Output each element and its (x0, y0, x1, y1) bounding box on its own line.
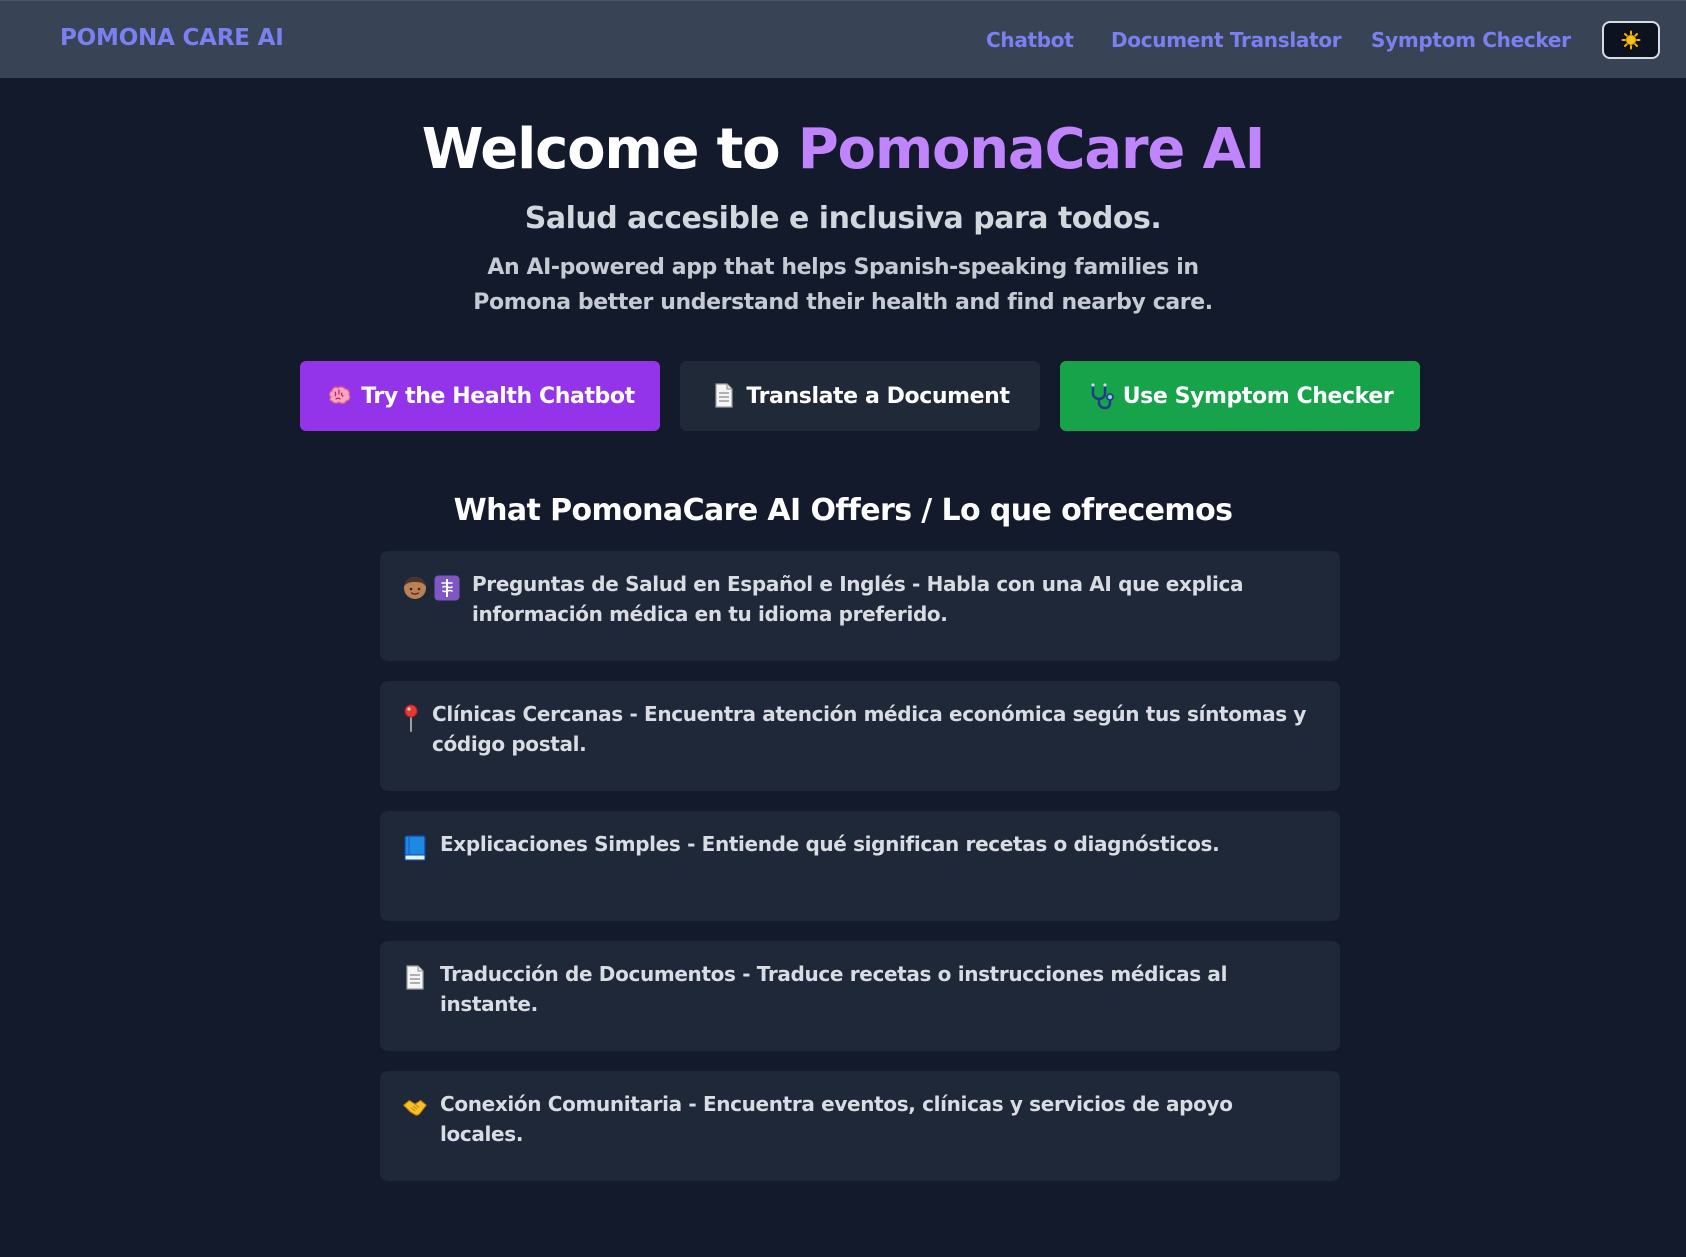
book-icon (402, 835, 428, 861)
translate-document-button[interactable]: Translate a Document (680, 361, 1040, 431)
feature-card-bilingual: Preguntas de Salud en Español e Inglés -… (380, 551, 1340, 661)
stethoscope-icon (1087, 382, 1115, 410)
page-icon (402, 965, 428, 991)
symptom-checker-button[interactable]: Use Symptom Checker (1060, 361, 1420, 431)
medical-symbol-icon (434, 575, 460, 601)
hero-subtitle: Salud accesible e inclusiva para todos. (524, 201, 1162, 236)
feature-text: Explicaciones Simples - Entiende qué sig… (440, 832, 1220, 856)
hero-title-prefix: Welcome to (421, 117, 781, 182)
feature-card-explanations: Explicaciones Simples - Entiende qué sig… (380, 811, 1340, 921)
navbar: POMONA CARE AI Chatbot Document Translat… (0, 0, 1686, 78)
try-chatbot-label: Try the Health Chatbot (361, 383, 635, 409)
feature-text: Conexión Comunitaria - Encuentra eventos… (440, 1092, 1233, 1146)
try-chatbot-button[interactable]: Try the Health Chatbot (300, 361, 660, 431)
feature-text: Traducción de Documentos - Traduce recet… (440, 962, 1228, 1016)
nav-link-document-translator[interactable]: Document Translator (1111, 28, 1342, 52)
pin-icon (402, 704, 420, 732)
feature-card-community: Conexión Comunitaria - Encuentra eventos… (380, 1071, 1340, 1181)
hero-description: An AI-powered app that helps Spanish-spe… (473, 255, 1213, 315)
hero-title-accent: PomonaCare AI (797, 117, 1266, 182)
sun-icon (1621, 30, 1641, 50)
person-icon (402, 575, 428, 601)
translate-document-label: Translate a Document (746, 383, 1010, 409)
feature-text: Clínicas Cercanas - Encuentra atención m… (432, 702, 1307, 756)
feature-text: Preguntas de Salud en Español e Inglés -… (472, 572, 1244, 626)
nav-link-chatbot[interactable]: Chatbot (986, 28, 1074, 52)
handshake-icon (402, 1095, 428, 1121)
page-icon (710, 382, 738, 410)
hero-title: Welcome to PomonaCare AI (0, 112, 1686, 188)
feature-card-translation: Traducción de Documentos - Traduce recet… (380, 941, 1340, 1051)
theme-toggle-button[interactable] (1602, 21, 1660, 59)
brain-icon (325, 382, 353, 410)
nav-link-symptom-checker[interactable]: Symptom Checker (1371, 28, 1571, 52)
symptom-checker-label: Use Symptom Checker (1122, 383, 1394, 409)
brand-logo[interactable]: POMONA CARE AI (60, 25, 284, 51)
feature-card-clinics: Clínicas Cercanas - Encuentra atención m… (380, 681, 1340, 791)
features-heading: What PomonaCare AI Offers / Lo que ofrec… (453, 493, 1233, 528)
